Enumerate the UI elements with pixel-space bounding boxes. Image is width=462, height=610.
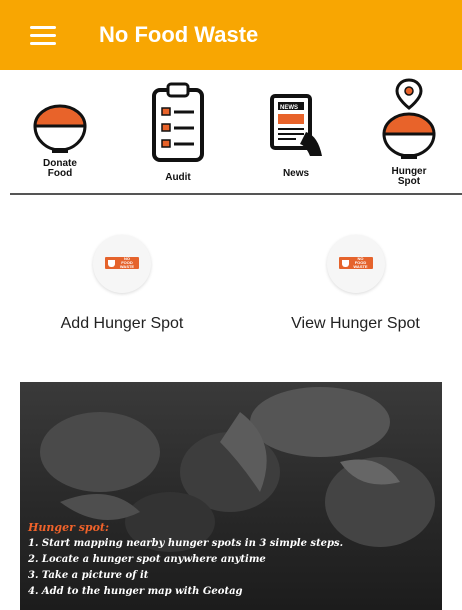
banner-line-2: 2. Locate a hunger spot anywhere anytime <box>28 554 266 565</box>
add-hunger-spot-label: Add Hunger Spot <box>60 315 184 332</box>
banner-line-1: 1. Start mapping nearby hunger spots in … <box>28 538 344 549</box>
newspaper-icon: NEWS <box>270 94 322 156</box>
nav-divider <box>10 193 462 195</box>
food-bowl-icon <box>33 104 87 153</box>
logo-icon: NO FOOD WASTE <box>338 257 373 269</box>
add-hunger-spot-button[interactable]: NO FOOD WASTE Add Hunger Spot <box>47 235 197 333</box>
banner-text: Hunger spot: 1. Start mapping nearby hun… <box>28 520 343 600</box>
banner-title: Hunger spot: <box>28 521 110 534</box>
banner-line-3: 3. Take a picture of it <box>28 570 149 581</box>
nav-item-hunger-spot[interactable]: Hunger Spot <box>378 78 440 187</box>
hunger-spot-banner: Hunger spot: 1. Start mapping nearby hun… <box>20 382 442 610</box>
banner-line-4: 4. Add to the hunger map with Geotag <box>28 586 243 597</box>
app-title: No Food Waste <box>99 22 259 47</box>
top-nav: Donate Food Audit NEWS News Hunger Spot <box>0 78 462 188</box>
nav-item-news[interactable]: NEWS News <box>266 92 326 179</box>
no-food-waste-logo-badge-view: NO FOOD WASTE <box>326 235 385 293</box>
clipboard-checklist-icon <box>152 82 204 162</box>
hunger-spot-pin-icon <box>382 78 436 159</box>
app-bar: No Food Waste <box>0 0 462 70</box>
logo-icon: NO FOOD WASTE <box>105 257 139 269</box>
svg-text:NEWS: NEWS <box>280 105 298 111</box>
no-food-waste-logo-badge: NO FOOD WASTE <box>93 235 151 293</box>
nav-label-donate-line2: Food <box>47 168 73 179</box>
view-hunger-spot-button[interactable]: NO FOOD WASTE View Hunger Spot <box>278 235 433 333</box>
nav-label-news: News <box>282 168 310 179</box>
nav-item-donate-food[interactable]: Donate Food <box>30 96 90 179</box>
nav-label-audit: Audit <box>165 172 191 183</box>
nav-label-hunger-line2: Spot <box>397 176 421 187</box>
hamburger-menu-icon[interactable] <box>30 26 56 45</box>
nav-item-audit[interactable]: Audit <box>150 82 206 183</box>
view-hunger-spot-label: View Hunger Spot <box>291 315 420 332</box>
